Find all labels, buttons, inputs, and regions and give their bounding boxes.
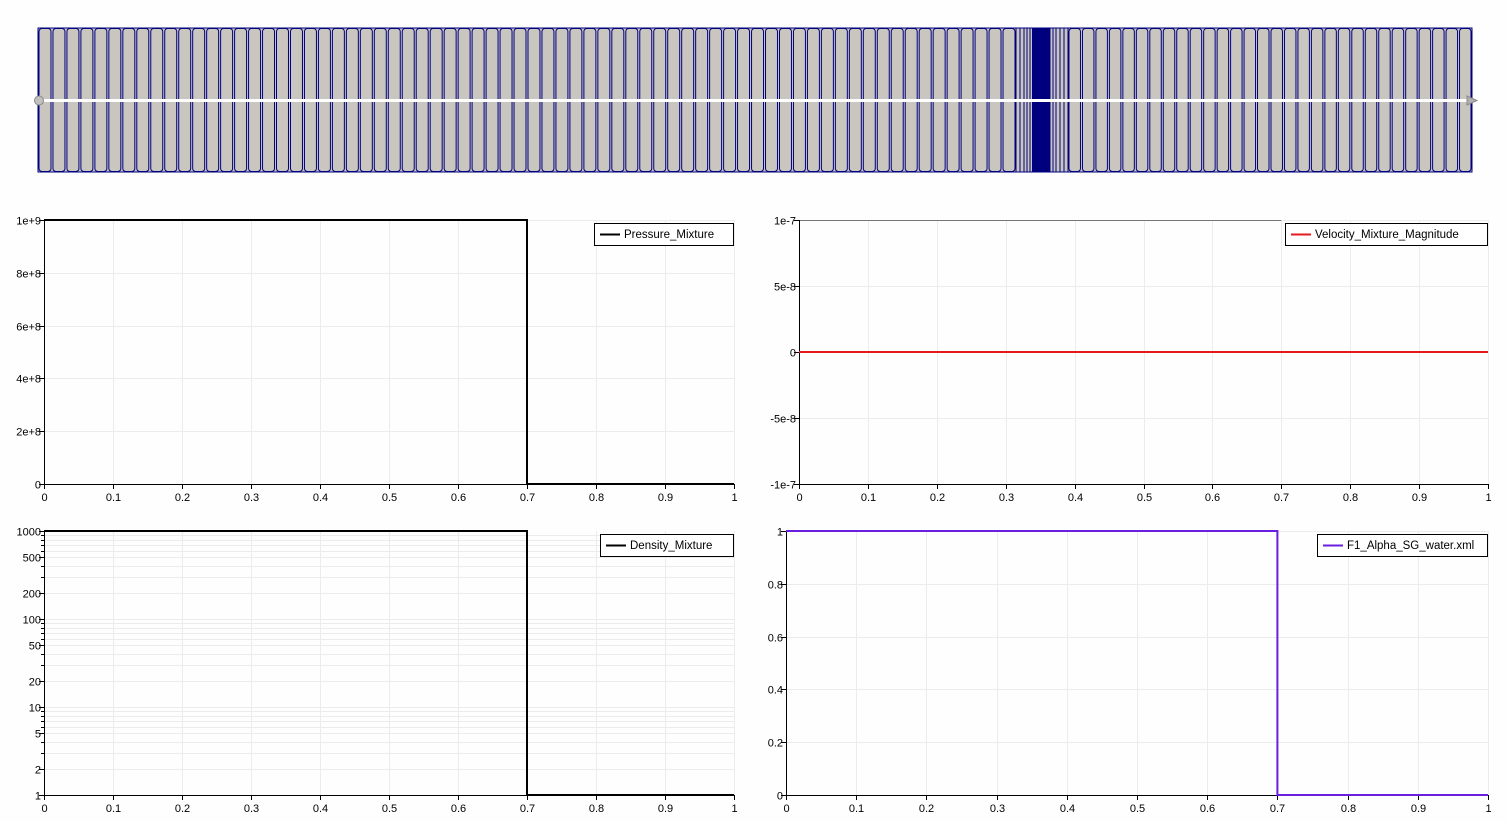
x-tick-label: 1 — [1485, 492, 1491, 504]
x-tick-label: 0 — [796, 492, 802, 504]
x-tick-label: 0.2 — [919, 803, 934, 815]
x-tick-label: 0.3 — [244, 492, 259, 504]
legend: Velocity_Mixture_Magnitude — [1285, 223, 1488, 246]
y-tick-label: 0.2 — [768, 738, 783, 750]
y-tick-label: 4e+8 — [16, 374, 41, 386]
x-tick-label: 0.4 — [1068, 492, 1083, 504]
x-tick-label: 0.5 — [1130, 803, 1145, 815]
y-tick-label: 10 — [29, 703, 41, 715]
x-tick-label: 0.7 — [1270, 803, 1285, 815]
y-tick-label: 0 — [35, 480, 41, 492]
x-tick-label: 0.2 — [175, 803, 190, 815]
y-tick-label: 0.8 — [768, 580, 783, 592]
legend: Density_Mixture — [600, 534, 734, 557]
legend-label: F1_Alpha_SG_water.xml — [1347, 540, 1474, 552]
x-tick-label: 0.8 — [589, 803, 604, 815]
x-tick-label: 1 — [731, 803, 737, 815]
x-tick-label: 0.4 — [313, 492, 328, 504]
y-tick-label: 0 — [777, 791, 783, 803]
y-tick-label: 1 — [35, 791, 41, 803]
legend-label: Velocity_Mixture_Magnitude — [1315, 229, 1459, 241]
line-start-handle — [34, 95, 44, 106]
x-tick-label: 1 — [731, 492, 737, 504]
grid — [44, 531, 735, 795]
alpha-chart: 0 0.1 0.2 0.3 0.4 0.5 0.6 0.7 0.8 0.9 1 0 0.2 0.4 0.6 0… — [768, 527, 1492, 816]
grid — [44, 220, 735, 485]
axes — [39, 220, 735, 489]
x-tick-label: 0.9 — [1411, 803, 1426, 815]
x-tick-label: 0.6 — [1205, 492, 1220, 504]
x-tick-label: 0.6 — [451, 492, 466, 504]
y-tick-label: 100 — [23, 615, 41, 627]
x-tick-label: 0.9 — [1412, 492, 1427, 504]
x-tick-label: 0.7 — [1274, 492, 1289, 504]
y-tick-label: 50 — [29, 641, 41, 653]
y-tick-label: 1000 — [17, 527, 41, 539]
y-tick-label: 1 — [777, 527, 783, 539]
legend: F1_Alpha_SG_water.xml — [1317, 534, 1488, 557]
x-tick-label: 0.5 — [382, 803, 397, 815]
x-tick-label: 0.9 — [658, 492, 673, 504]
y-tick-label: 5e-8 — [774, 282, 796, 294]
x-tick-label: 0.8 — [589, 492, 604, 504]
y-tick-label: 1e+9 — [16, 216, 41, 228]
y-tick-label: 8e+8 — [16, 269, 41, 281]
density-chart: 0 0.1 0.2 0.3 0.4 0.5 0.6 0.7 0.8 0.9 1 1 2 5 10 20 50 10… — [17, 527, 738, 816]
y-tick-label: 0 — [790, 348, 796, 360]
x-tick-label: 0.7 — [520, 803, 535, 815]
x-tick-label: 0.6 — [451, 803, 466, 815]
legend: Pressure_Mixture — [594, 223, 734, 246]
y-tick-label: 2e+8 — [16, 427, 41, 439]
y-tick-label: 500 — [23, 553, 41, 565]
pressure-chart: 0 0.1 0.2 0.3 0.4 0.5 0.6 0.7 0.8 0.9 1 0 2e+8 4e+8 6e… — [16, 216, 737, 505]
x-tick-label: 0.1 — [861, 492, 876, 504]
x-tick-label: 0.4 — [1060, 803, 1075, 815]
y-tick-label: 6e+8 — [16, 322, 41, 334]
x-tick-label: 0.8 — [1343, 492, 1358, 504]
x-tick-label: 0.9 — [658, 803, 673, 815]
x-tick-label: 1 — [1485, 803, 1491, 815]
y-tick-label: -1e-7 — [770, 480, 796, 492]
axes — [781, 531, 1489, 800]
x-tick-label: 0.3 — [244, 803, 259, 815]
y-tick-label: 20 — [29, 677, 41, 689]
y-tick-label: 0.4 — [768, 685, 783, 697]
x-tick-label: 0.1 — [849, 803, 864, 815]
x-tick-label: 0.6 — [1200, 803, 1215, 815]
y-tick-label: 5 — [35, 729, 41, 741]
x-tick-label: 0.5 — [1137, 492, 1152, 504]
velocity-chart: 0 0.1 0.2 0.3 0.4 0.5 0.6 0.7 0.8 0.9 1 -1e-7 -5e-8 0… — [770, 216, 1491, 505]
axes — [794, 220, 1489, 489]
x-tick-label: 0.1 — [106, 803, 121, 815]
x-tick-label: 0 — [41, 492, 47, 504]
mesh-view[interactable] — [0, 0, 1508, 200]
x-tick-label: 0.8 — [1341, 803, 1356, 815]
x-tick-label: 0.3 — [999, 492, 1014, 504]
y-tick-label: 1e-7 — [774, 216, 796, 228]
x-tick-label: 0 — [783, 803, 789, 815]
x-tick-label: 0.1 — [106, 492, 121, 504]
x-tick-label: 0.2 — [175, 492, 190, 504]
x-tick-label: 0.4 — [313, 803, 328, 815]
y-tick-label: 2 — [35, 765, 41, 777]
x-tick-label: 0.3 — [990, 803, 1005, 815]
x-tick-label: 0.5 — [382, 492, 397, 504]
x-tick-label: 0.2 — [930, 492, 945, 504]
grid — [786, 531, 1489, 796]
y-tick-label: -5e-8 — [770, 414, 796, 426]
y-tick-label: 0.6 — [768, 633, 783, 645]
x-tick-label: 0.7 — [520, 492, 535, 504]
legend-label: Pressure_Mixture — [624, 229, 714, 241]
x-tick-label: 0 — [41, 803, 47, 815]
legend-label: Density_Mixture — [630, 540, 712, 552]
y-tick-label: 200 — [23, 589, 41, 601]
